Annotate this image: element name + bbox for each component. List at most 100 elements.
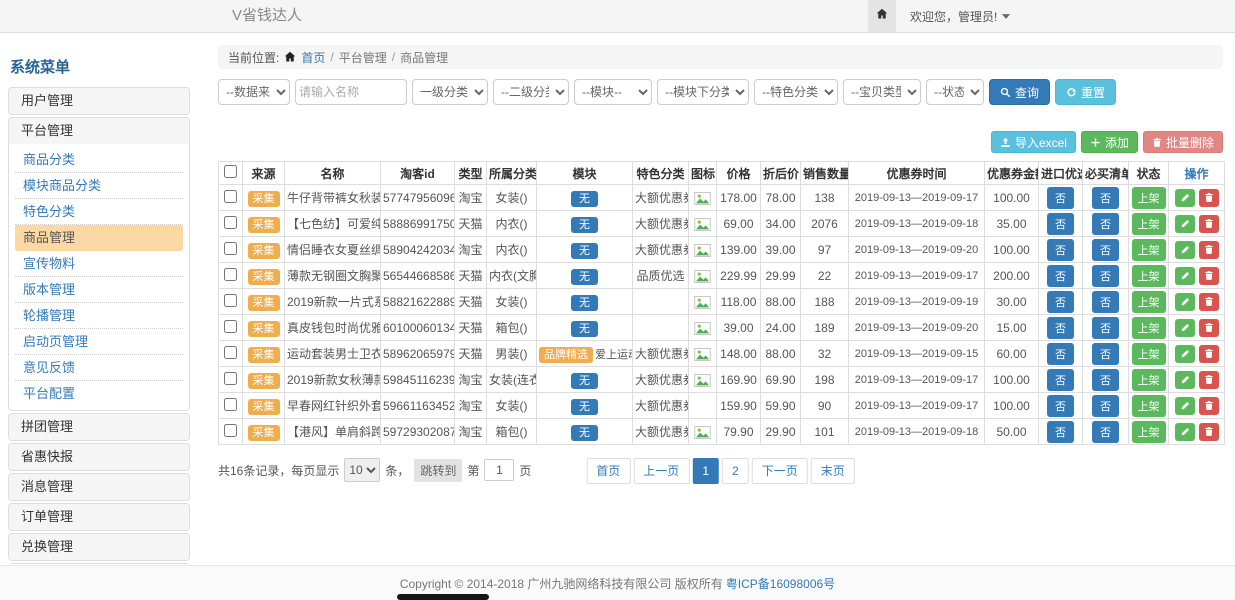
sidebar-group-header[interactable]: 省惠快报	[9, 444, 189, 470]
delete-button[interactable]	[1199, 267, 1219, 285]
row-checkbox[interactable]	[224, 268, 237, 281]
edit-button[interactable]	[1175, 345, 1195, 363]
sidebar-group-header[interactable]: 用户管理	[9, 88, 189, 114]
select-all-checkbox[interactable]	[224, 165, 237, 178]
sidebar-item[interactable]: 平台配置	[15, 381, 183, 407]
sidebar-group-header[interactable]: 平台管理	[9, 118, 189, 144]
name-input[interactable]	[295, 79, 407, 105]
row-checkbox[interactable]	[224, 346, 237, 359]
delete-button[interactable]	[1199, 293, 1219, 311]
import-toggle-button[interactable]: 否	[1047, 343, 1074, 365]
edit-button[interactable]	[1175, 397, 1195, 415]
row-checkbox[interactable]	[224, 320, 237, 333]
must-buy-toggle-button[interactable]: 否	[1092, 213, 1119, 235]
delete-button[interactable]	[1199, 189, 1219, 207]
horizontal-scrollbar-thumb[interactable]	[397, 594, 489, 600]
import-excel-button[interactable]: 导入excel	[991, 131, 1076, 153]
status-button[interactable]: 上架	[1132, 369, 1166, 391]
edit-button[interactable]	[1175, 371, 1195, 389]
level2-category-select[interactable]: --二级分类--	[493, 79, 569, 105]
status-button[interactable]: 上架	[1132, 239, 1166, 261]
icp-link[interactable]: 粤ICP备16098006号	[726, 575, 835, 592]
delete-button[interactable]	[1199, 319, 1219, 337]
delete-button[interactable]	[1199, 371, 1219, 389]
edit-button[interactable]	[1175, 241, 1195, 259]
must-buy-toggle-button[interactable]: 否	[1092, 395, 1119, 417]
row-checkbox[interactable]	[224, 294, 237, 307]
must-buy-toggle-button[interactable]: 否	[1092, 421, 1119, 443]
status-button[interactable]: 上架	[1132, 317, 1166, 339]
add-button[interactable]: 添加	[1081, 131, 1138, 153]
search-button[interactable]: 查询	[989, 79, 1050, 105]
must-buy-toggle-button[interactable]: 否	[1092, 187, 1119, 209]
must-buy-toggle-button[interactable]: 否	[1092, 239, 1119, 261]
item-type-select[interactable]: --宝贝类型--	[843, 79, 921, 105]
row-checkbox[interactable]	[224, 398, 237, 411]
module-select[interactable]: --模块--	[574, 79, 652, 105]
delete-button[interactable]	[1199, 397, 1219, 415]
delete-button[interactable]	[1199, 215, 1219, 233]
data-source-select[interactable]: --数据来源--	[218, 79, 290, 105]
import-toggle-button[interactable]: 否	[1047, 291, 1074, 313]
home-button[interactable]	[868, 0, 896, 32]
status-select[interactable]: --状态--	[926, 79, 984, 105]
module-sub-category-select[interactable]: --模块下分类--	[657, 79, 749, 105]
import-toggle-button[interactable]: 否	[1047, 421, 1074, 443]
edit-button[interactable]	[1175, 215, 1195, 233]
edit-button[interactable]	[1175, 267, 1195, 285]
row-checkbox[interactable]	[224, 190, 237, 203]
sidebar-item[interactable]: 意见反馈	[15, 355, 183, 381]
import-toggle-button[interactable]: 否	[1047, 265, 1074, 287]
page-button-1[interactable]: 1	[692, 458, 719, 484]
row-checkbox[interactable]	[224, 216, 237, 229]
status-button[interactable]: 上架	[1132, 265, 1166, 287]
status-button[interactable]: 上架	[1132, 291, 1166, 313]
page-button-next[interactable]: 下一页	[752, 458, 808, 484]
must-buy-toggle-button[interactable]: 否	[1092, 291, 1119, 313]
status-button[interactable]: 上架	[1132, 421, 1166, 443]
sidebar-item[interactable]: 特色分类	[15, 199, 183, 225]
row-checkbox[interactable]	[224, 242, 237, 255]
edit-button[interactable]	[1175, 293, 1195, 311]
row-checkbox[interactable]	[224, 372, 237, 385]
sidebar-group-header[interactable]: 订单管理	[9, 504, 189, 530]
sidebar-item[interactable]: 商品管理	[15, 225, 183, 251]
edit-button[interactable]	[1175, 319, 1195, 337]
delete-button[interactable]	[1199, 423, 1219, 441]
sidebar-group-header[interactable]: 兑换管理	[9, 534, 189, 560]
sidebar-item[interactable]: 轮播管理	[15, 303, 183, 329]
jump-page-input[interactable]	[484, 459, 514, 481]
import-toggle-button[interactable]: 否	[1047, 239, 1074, 261]
status-button[interactable]: 上架	[1132, 395, 1166, 417]
reset-button[interactable]: 重置	[1055, 79, 1116, 105]
sidebar-item[interactable]: 商品分类	[15, 147, 183, 173]
page-size-select[interactable]: 10	[344, 458, 380, 482]
jump-to-button[interactable]: 跳转到	[414, 459, 462, 482]
user-menu[interactable]: 欢迎您，管理员!	[910, 8, 1010, 25]
must-buy-toggle-button[interactable]: 否	[1092, 265, 1119, 287]
import-toggle-button[interactable]: 否	[1047, 369, 1074, 391]
page-button-last[interactable]: 末页	[811, 458, 855, 484]
import-toggle-button[interactable]: 否	[1047, 213, 1074, 235]
must-buy-toggle-button[interactable]: 否	[1092, 317, 1119, 339]
must-buy-toggle-button[interactable]: 否	[1092, 343, 1119, 365]
sidebar-item[interactable]: 模块商品分类	[15, 173, 183, 199]
status-button[interactable]: 上架	[1132, 187, 1166, 209]
sidebar-item[interactable]: 宣传物料	[15, 251, 183, 277]
sidebar-group-header[interactable]: 拼团管理	[9, 414, 189, 440]
batch-delete-button[interactable]: 批量删除	[1143, 131, 1223, 153]
import-toggle-button[interactable]: 否	[1047, 187, 1074, 209]
page-button-prev[interactable]: 上一页	[633, 458, 689, 484]
status-button[interactable]: 上架	[1132, 213, 1166, 235]
page-button-first[interactable]: 首页	[586, 458, 630, 484]
row-checkbox[interactable]	[224, 424, 237, 437]
sidebar-group-header[interactable]: 消息管理	[9, 474, 189, 500]
feature-category-select[interactable]: --特色分类--	[754, 79, 838, 105]
import-toggle-button[interactable]: 否	[1047, 317, 1074, 339]
import-toggle-button[interactable]: 否	[1047, 395, 1074, 417]
status-button[interactable]: 上架	[1132, 343, 1166, 365]
breadcrumb-home-link[interactable]: 首页	[301, 49, 325, 66]
edit-button[interactable]	[1175, 189, 1195, 207]
delete-button[interactable]	[1199, 345, 1219, 363]
page-button-2[interactable]: 2	[722, 458, 749, 484]
